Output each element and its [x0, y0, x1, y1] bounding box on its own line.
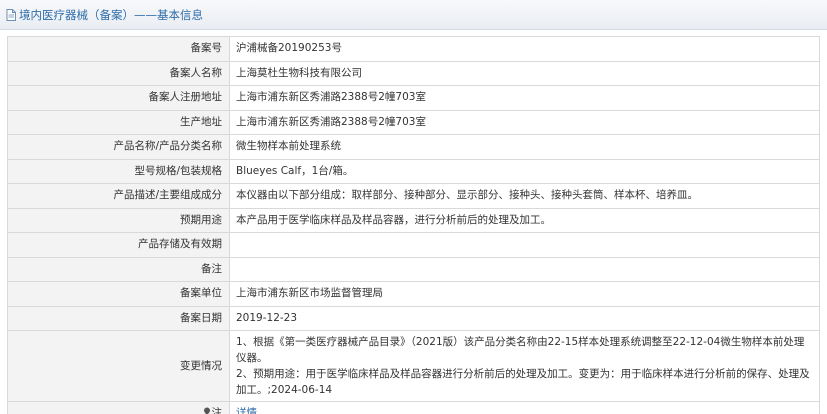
row-label: 备案日期: [7, 305, 230, 331]
row-value: 上海市浦东新区秀浦路2388号2幢703室: [229, 85, 820, 111]
note-label-cell: 注: [7, 401, 230, 414]
row-value: [229, 256, 820, 282]
row-value: 2019-12-23: [229, 305, 820, 331]
lightbulb-icon: [203, 407, 210, 414]
details-link[interactable]: 详情: [236, 407, 257, 414]
row-label: 备案号: [7, 36, 230, 62]
row-value: 沪浦械备20190253号: [229, 36, 820, 62]
row-label: 备注: [7, 256, 230, 282]
row-value: [229, 232, 820, 258]
row-value: 上海市浦东新区市场监督管理局: [229, 281, 820, 307]
row-label: 型号规格/包装规格: [7, 158, 230, 184]
page-title: 境内医疗器械（备案）——基本信息: [19, 7, 203, 22]
table-row: 预期用途 本产品用于医学临床样品及样品容器，进行分析前后的处理及加工。: [7, 207, 820, 233]
table-row: 备注: [7, 256, 820, 282]
table-row: 型号规格/包装规格 Blueyes Calf，1台/箱。: [7, 158, 820, 184]
row-value: 上海市浦东新区秀浦路2388号2幢703室: [229, 109, 820, 135]
table-row: 备案人注册地址 上海市浦东新区秀浦路2388号2幢703室: [7, 85, 820, 111]
table-row: 产品描述/主要组成成分 本仪器由以下部分组成：取样部分、接种部分、显示部分、接种…: [7, 183, 820, 209]
change-line: 1、根据《第一类医疗器械产品目录》（2021版）该产品分类名称由22-15样本处…: [236, 336, 805, 364]
row-value: 上海莫杜生物科技有限公司: [229, 60, 820, 86]
row-label: 变更情况: [7, 330, 230, 402]
row-label: 产品名称/产品分类名称: [7, 134, 230, 160]
table-row: 产品存储及有效期: [7, 232, 820, 258]
table-row: 备案号 沪浦械备20190253号: [7, 36, 820, 62]
row-label: 备案人注册地址: [7, 85, 230, 111]
changes-value: 1、根据《第一类医疗器械产品目录》（2021版）该产品分类名称由22-15样本处…: [229, 330, 820, 402]
row-value: Blueyes Calf，1台/箱。: [229, 158, 820, 184]
note-label: 注: [211, 407, 223, 414]
table-row-note: 注 详情: [7, 401, 820, 414]
row-label: 生产地址: [7, 109, 230, 135]
note-value: 详情: [229, 401, 820, 414]
row-label: 备案人名称: [7, 60, 230, 86]
table-row: 生产地址 上海市浦东新区秀浦路2388号2幢703室: [7, 109, 820, 135]
row-value: 本产品用于医学临床样品及样品容器，进行分析前后的处理及加工。: [229, 207, 820, 233]
row-label: 产品存储及有效期: [7, 232, 230, 258]
page-header: 境内医疗器械（备案）——基本信息: [0, 0, 827, 30]
table-row-changes: 变更情况 1、根据《第一类医疗器械产品目录》（2021版）该产品分类名称由22-…: [7, 330, 820, 402]
row-value: 微生物样本前处理系统: [229, 134, 820, 160]
row-value: 本仪器由以下部分组成：取样部分、接种部分、显示部分、接种头、接种头套筒、样本杯、…: [229, 183, 820, 209]
change-line: 2、预期用途：用于医学临床样品及样品容器进行分析前后的处理及加工。变更为：用于临…: [236, 368, 810, 396]
table-row: 备案单位 上海市浦东新区市场监督管理局: [7, 281, 820, 307]
row-label: 预期用途: [7, 207, 230, 233]
table-row: 备案人名称 上海莫杜生物科技有限公司: [7, 60, 820, 86]
row-label: 备案单位: [7, 281, 230, 307]
document-icon: [6, 8, 16, 21]
info-table: 备案号 沪浦械备20190253号 备案人名称 上海莫杜生物科技有限公司 备案人…: [7, 36, 820, 414]
row-label: 产品描述/主要组成成分: [7, 183, 230, 209]
table-row: 产品名称/产品分类名称 微生物样本前处理系统: [7, 134, 820, 160]
table-row: 备案日期 2019-12-23: [7, 305, 820, 331]
